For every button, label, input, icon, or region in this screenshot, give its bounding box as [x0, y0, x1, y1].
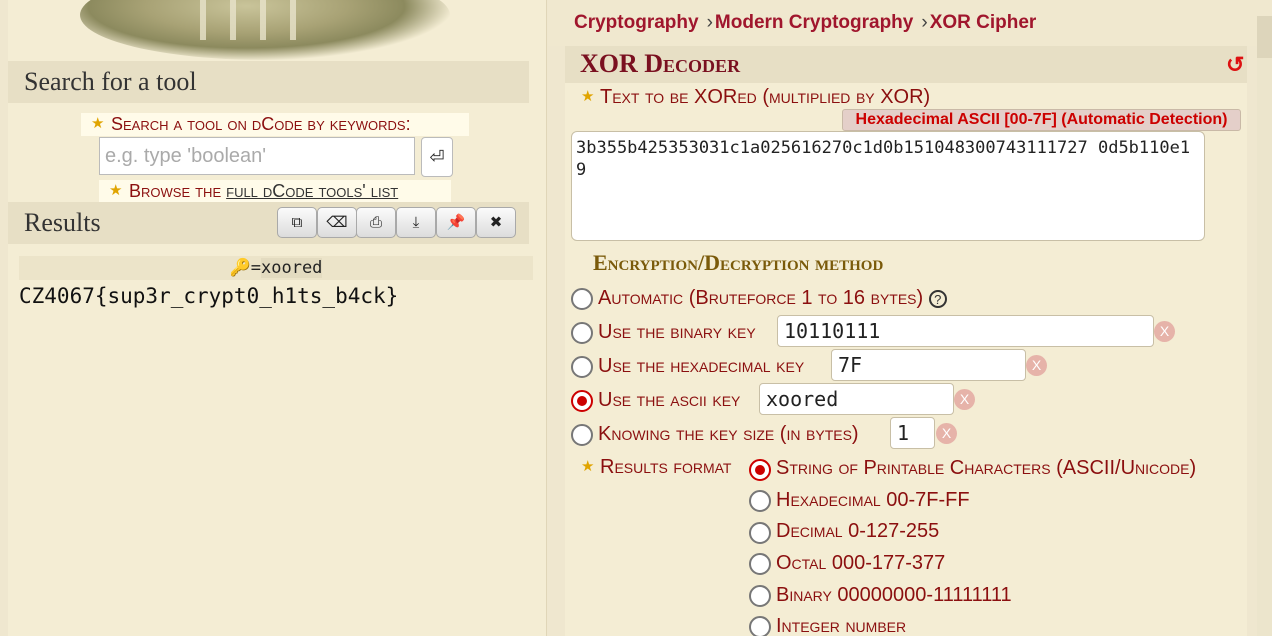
format-decimal-radio[interactable]	[749, 522, 771, 544]
format-integer-label: Integer number	[776, 615, 907, 636]
search-label: Search a tool on dCode by keywords:	[111, 114, 411, 134]
detection-badge: Hexadecimal ASCII [00-7F] (Automatic Det…	[842, 109, 1241, 131]
key-icon: 🔑	[229, 258, 251, 278]
download-icon[interactable]: ⤓	[396, 207, 436, 238]
result-output: CZ4067{sup3r_crypt0_h1ts_b4ck}	[19, 284, 399, 308]
format-hex-radio[interactable]	[749, 490, 771, 512]
method-keysize-radio[interactable]	[571, 424, 593, 446]
copy-icon[interactable]: ⧉	[277, 207, 317, 238]
results-heading: Results	[24, 208, 101, 237]
clear-keysize-icon[interactable]: X	[936, 423, 957, 444]
clear-hex-icon[interactable]: X	[1026, 355, 1047, 376]
star-icon: ★	[581, 88, 595, 105]
binary-key-field[interactable]: 10110111	[777, 315, 1154, 347]
format-string-radio[interactable]	[749, 459, 771, 481]
method-ascii-label: Use the ascii key	[598, 389, 741, 411]
key-size-field[interactable]: 1	[890, 417, 935, 449]
search-heading: Search for a tool	[24, 67, 197, 96]
format-binary-radio[interactable]	[749, 585, 771, 607]
method-binary-radio[interactable]	[571, 322, 593, 344]
browse-link[interactable]: full dCode tools' list	[226, 181, 398, 201]
close-icon[interactable]: ✖	[476, 207, 516, 238]
format-octal-radio[interactable]	[749, 553, 771, 575]
ascii-key-field[interactable]: xoored	[759, 383, 954, 415]
scrollbar-thumb[interactable]	[1257, 16, 1272, 58]
star-icon: ★	[109, 182, 123, 199]
method-hex-label: Use the hexadecimal key	[598, 355, 805, 377]
format-binary-label: Binary 00000000-11111111	[776, 584, 1012, 606]
refresh-icon[interactable]: ↺	[1226, 52, 1244, 78]
search-label-row: ★ Search a tool on dCode by keywords:	[81, 113, 469, 136]
breadcrumb: Cryptography › Modern Cryptography › XOR Cip…	[574, 12, 1037, 33]
key-value: xoored	[261, 258, 323, 278]
left-panel: Search for a tool ★ Search a tool on dCo…	[8, 0, 547, 636]
pin-icon[interactable]: 📌	[436, 207, 476, 238]
method-auto-radio[interactable]	[571, 288, 593, 310]
method-ascii-radio[interactable]	[571, 390, 593, 412]
browse-prefix: Browse the	[129, 181, 227, 201]
hex-key-field[interactable]: 7F	[831, 349, 1026, 381]
format-hex-label: Hexadecimal 00-7F-FF	[776, 489, 970, 511]
breadcrumb-cryptography[interactable]: Cryptography	[574, 12, 699, 33]
method-binary-label: Use the binary key	[598, 321, 756, 343]
text-label: Text to be XORed (multiplied by XOR)	[600, 86, 931, 108]
breadcrumb-xor-cipher[interactable]: XOR Cipher	[930, 12, 1037, 33]
result-key-row: 🔑=xoored	[19, 256, 533, 280]
clear-icon[interactable]: ⌫	[317, 207, 357, 238]
print-icon[interactable]: ⎙	[356, 207, 396, 238]
enter-icon[interactable]: ⏎	[421, 137, 453, 177]
logo-image	[80, 0, 450, 60]
decoder-title: XOR Decoder	[580, 49, 741, 78]
ciphertext-input[interactable]: 3b355b425353031c1a025616270c1d0b15104830…	[571, 131, 1205, 241]
clear-binary-icon[interactable]: X	[1154, 321, 1175, 342]
results-format-label: Results format	[600, 456, 732, 478]
help-icon[interactable]: ?	[928, 289, 947, 308]
method-keysize-label: Knowing the key size (in bytes)	[598, 423, 859, 445]
format-string-label: String of Printable Characters (ASCII/Un…	[776, 457, 1197, 479]
method-hex-radio[interactable]	[571, 356, 593, 378]
format-decimal-label: Decimal 0-127-255	[776, 520, 940, 542]
browse-link-row[interactable]: ★ Browse the full dCode tools' list	[99, 180, 451, 202]
format-integer-radio[interactable]	[749, 616, 771, 636]
star-icon: ★	[581, 458, 595, 475]
key-equals: =	[250, 258, 261, 278]
star-icon: ★	[91, 115, 105, 132]
method-auto-label: Automatic (Bruteforce 1 to 16 bytes) ?	[598, 287, 947, 310]
format-octal-label: Octal 000-177-377	[776, 552, 946, 574]
breadcrumb-modern-cryptography[interactable]: Modern Cryptography	[715, 12, 913, 33]
clear-ascii-icon[interactable]: X	[954, 389, 975, 410]
scrollbar[interactable]	[1257, 16, 1272, 636]
method-label: Encryption/Decryption method	[593, 250, 884, 275]
search-header: Search for a tool	[8, 61, 529, 103]
search-input[interactable]	[99, 137, 415, 175]
